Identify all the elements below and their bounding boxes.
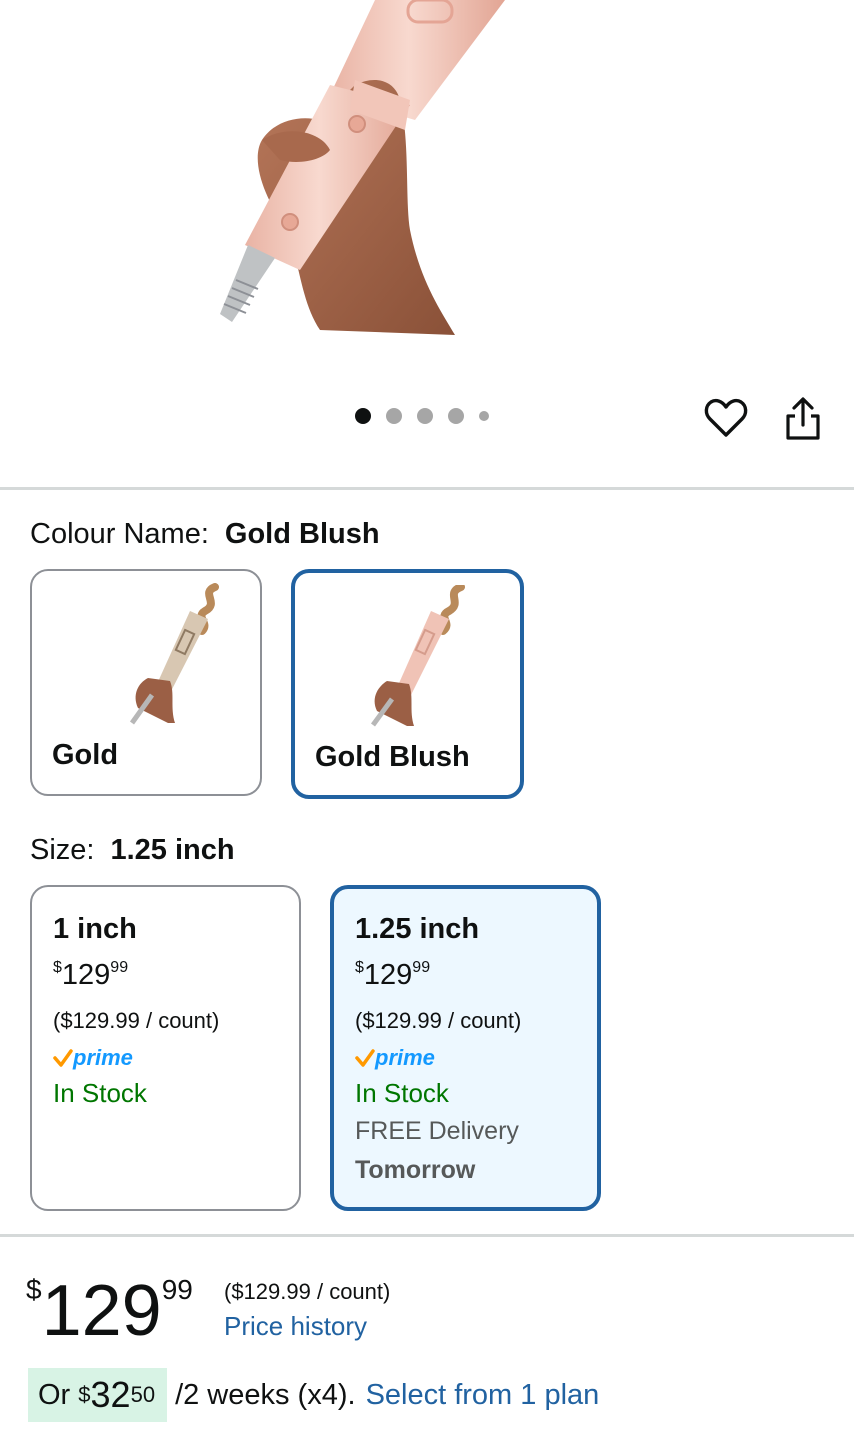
gold-curler-thumbnail	[129, 583, 219, 725]
gold-blush-curler-thumbnail	[370, 585, 465, 727]
pagination-dot-5[interactable]	[479, 411, 489, 421]
section-divider	[0, 487, 854, 490]
main-unit-price: ($129.99 / count)	[224, 1279, 391, 1304]
pagination-dot-2[interactable]	[386, 408, 402, 424]
size-row: Size: 1.25 inch	[30, 834, 235, 867]
size-option-1-25-inch[interactable]: 1.25 inch $12999 ($129.99 / count) prime…	[330, 885, 601, 1211]
size-option-name: 1 inch	[53, 913, 137, 945]
image-pagination-dots[interactable]	[355, 408, 489, 424]
size-option-price: $12999	[355, 959, 431, 991]
stock-status: In Stock	[355, 1078, 449, 1108]
prime-badge: prime	[53, 1045, 133, 1071]
heart-outline-icon[interactable]	[703, 395, 749, 441]
size-option-unit-price: ($129.99 / count)	[355, 1008, 522, 1033]
prime-check-icon	[53, 1049, 73, 1067]
installment-terms: /2 weeks (x4).	[175, 1378, 356, 1411]
colour-selected-value: Gold Blush	[224, 518, 380, 550]
select-plan-link[interactable]: Select from 1 plan	[366, 1379, 600, 1412]
size-option-1-inch[interactable]: 1 inch $12999 ($129.99 / count) prime In…	[30, 885, 301, 1211]
prime-check-icon	[355, 1049, 375, 1067]
size-option-price: $12999	[53, 959, 129, 991]
installment-amount: Or $32 50	[28, 1368, 168, 1422]
size-option-name: 1.25 inch	[355, 913, 480, 945]
colour-label: Colour Name:	[30, 518, 209, 550]
pagination-dot-1[interactable]	[355, 408, 371, 424]
pagination-dot-3[interactable]	[417, 408, 433, 424]
delivery-day: Tomorrow	[355, 1156, 476, 1184]
colour-option-gold-blush-label: Gold Blush	[315, 741, 470, 773]
installment-offer: Or $32 50 /2 weeks (x4). Select from 1 pl…	[28, 1368, 599, 1422]
colour-option-gold[interactable]: Gold	[30, 569, 262, 796]
colour-name-row: Colour Name: Gold Blush	[30, 518, 380, 551]
size-label: Size:	[30, 834, 95, 866]
colour-option-gold-blush[interactable]: Gold Blush	[291, 569, 524, 799]
delivery-text: FREE Delivery	[355, 1117, 519, 1145]
colour-option-gold-label: Gold	[52, 739, 119, 771]
main-price: $12999	[26, 1271, 193, 1351]
pagination-dot-4[interactable]	[448, 408, 464, 424]
prime-badge: prime	[355, 1045, 435, 1071]
size-option-unit-price: ($129.99 / count)	[53, 1008, 220, 1033]
price-history-link[interactable]: Price history	[224, 1311, 367, 1342]
product-photo-hair-curler	[220, 0, 505, 335]
product-image[interactable]	[0, 0, 854, 380]
section-divider	[0, 1234, 854, 1237]
share-icon[interactable]	[781, 396, 825, 442]
stock-status: In Stock	[53, 1078, 147, 1108]
size-selected-value: 1.25 inch	[110, 834, 235, 866]
